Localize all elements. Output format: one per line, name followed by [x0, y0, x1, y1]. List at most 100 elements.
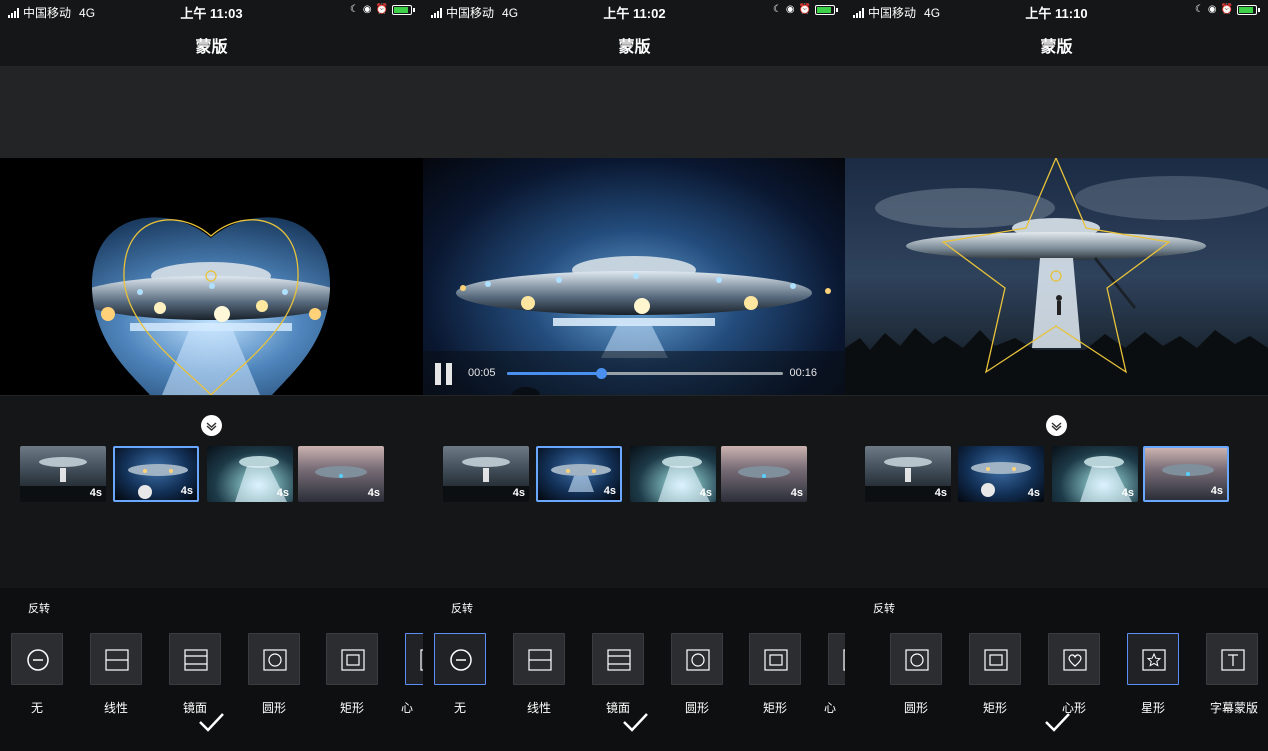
- checkmark-icon: [1044, 713, 1070, 732]
- page-title: 蒙版: [618, 39, 651, 56]
- mask-option-circle[interactable]: [671, 633, 723, 685]
- clip-thumbnail[interactable]: 4s: [298, 446, 384, 502]
- confirm-button[interactable]: [423, 710, 846, 739]
- mask-option-heart[interactable]: [405, 633, 423, 685]
- pause-button[interactable]: [435, 363, 455, 385]
- chevron-down-icon: [1051, 422, 1062, 432]
- clip-duration: 4s: [367, 487, 380, 499]
- mirror-icon: [607, 649, 631, 671]
- total-time: 00:16: [789, 367, 817, 379]
- clip-duration: 4s: [1121, 487, 1134, 499]
- clip-thumbnail[interactable]: 4s: [865, 446, 951, 502]
- mask-option-heart[interactable]: [828, 633, 846, 685]
- preview-stage: [0, 66, 423, 396]
- mask-option-star[interactable]: [1127, 633, 1179, 685]
- star-masked-video: [845, 158, 1268, 395]
- none-icon: [450, 649, 472, 671]
- clip-thumbnail[interactable]: 4s: [113, 446, 199, 502]
- status-bar: 中国移动 4G 上午 11:03 ☾ ◉ ⏰: [0, 0, 423, 22]
- status-bar: 中国移动 4G 上午 11:10 ☾ ◉ ⏰: [845, 0, 1268, 22]
- seek-fill: [507, 372, 601, 375]
- page-title: 蒙版: [1040, 39, 1073, 56]
- checkmark-icon: [198, 713, 224, 732]
- confirm-button[interactable]: [0, 710, 423, 739]
- video-preview[interactable]: [0, 158, 423, 395]
- rectangle-icon: [984, 649, 1008, 671]
- mirror-icon: [184, 649, 208, 671]
- clip-thumbnail[interactable]: 4s: [1143, 446, 1229, 502]
- mask-option-none[interactable]: [11, 633, 63, 685]
- seek-bar[interactable]: [507, 368, 783, 379]
- clip-thumbnail[interactable]: 4s: [630, 446, 716, 502]
- moon-icon: ☾: [772, 4, 782, 15]
- circle-icon: [905, 649, 929, 671]
- heart-masked-video: [91, 217, 331, 395]
- battery-icon: [392, 4, 412, 15]
- mask-option-rectangle[interactable]: [749, 633, 801, 685]
- clip-thumbnail[interactable]: 4s: [443, 446, 529, 502]
- mask-option-circle[interactable]: [248, 633, 300, 685]
- video-preview[interactable]: 00:05 00:16: [423, 158, 846, 395]
- mask-option-rectangle[interactable]: [326, 633, 378, 685]
- circle-icon: [263, 649, 287, 671]
- preview-stage: [845, 66, 1268, 396]
- lock-rotation-icon: ◉: [362, 4, 372, 15]
- confirm-button[interactable]: [845, 710, 1268, 739]
- mask-panel: 反转 无 线性 镜面 圆形 矩形 心: [423, 588, 846, 751]
- screen-star-mask: 中国移动 4G 上午 11:10 ☾ ◉ ⏰ 蒙版 4s 4s 4s 4s 反转…: [845, 0, 1268, 751]
- clip-duration: 4s: [180, 485, 193, 497]
- mask-option-mirror[interactable]: [169, 633, 221, 685]
- seek-handle[interactable]: [595, 368, 607, 379]
- alarm-icon: ⏰: [375, 4, 388, 15]
- linear-icon: [528, 649, 552, 671]
- clip-duration: 4s: [512, 487, 525, 499]
- screen-heart-mask: 中国移动 4G 上午 11:03 ☾ ◉ ⏰ 蒙版 4s 4s 4s 4s 反转…: [0, 0, 423, 751]
- clip-strip: 4s 4s 4s 4s: [20, 446, 420, 502]
- heart-icon: [1063, 649, 1087, 671]
- clip-duration: 4s: [790, 487, 803, 499]
- mask-panel: 反转 无 线性 镜面 圆形 矩形 心: [0, 588, 423, 751]
- clip-thumbnail[interactable]: 4s: [958, 446, 1044, 502]
- circle-icon: [686, 649, 710, 671]
- clip-thumbnail[interactable]: 4s: [20, 446, 106, 502]
- chevron-down-icon: [206, 422, 217, 432]
- clip-thumbnail[interactable]: 4s: [536, 446, 622, 502]
- mask-option-text[interactable]: [1206, 633, 1258, 685]
- clip-duration: 4s: [934, 487, 947, 499]
- clip-thumbnail[interactable]: 4s: [207, 446, 293, 502]
- moon-icon: ☾: [349, 4, 359, 15]
- lock-rotation-icon: ◉: [1207, 4, 1217, 15]
- clip-strip: 4s 4s 4s 4s: [865, 446, 1265, 502]
- star-icon: [1142, 649, 1166, 671]
- player-controls: 00:05 00:16: [423, 351, 846, 395]
- alarm-icon: ⏰: [798, 4, 811, 15]
- preview-stage: 00:05 00:16: [423, 66, 846, 396]
- invert-toggle[interactable]: 反转: [873, 600, 895, 616]
- rectangle-icon: [341, 649, 365, 671]
- text-mask-icon: [1221, 649, 1245, 671]
- mask-option-linear[interactable]: [513, 633, 565, 685]
- mask-option-linear[interactable]: [90, 633, 142, 685]
- mask-panel: 反转 圆形 矩形 心形 星形 字幕蒙版: [845, 588, 1268, 751]
- page-title: 蒙版: [195, 39, 228, 56]
- battery-icon: [1237, 4, 1257, 15]
- screen-playing: 中国移动 4G 上午 11:02 ☾ ◉ ⏰ 蒙版 00:05 00:16 4s…: [423, 0, 846, 751]
- clip-duration: 4s: [699, 487, 712, 499]
- battery-icon: [815, 4, 835, 15]
- clip-duration: 4s: [276, 487, 289, 499]
- clip-duration: 4s: [603, 485, 616, 497]
- video-preview[interactable]: [845, 158, 1268, 395]
- invert-toggle[interactable]: 反转: [451, 600, 473, 616]
- alarm-icon: ⏰: [1220, 4, 1233, 15]
- collapse-button[interactable]: [1046, 415, 1067, 436]
- status-bar: 中国移动 4G 上午 11:02 ☾ ◉ ⏰: [423, 0, 846, 22]
- mask-option-rectangle[interactable]: [969, 633, 1021, 685]
- clip-thumbnail[interactable]: 4s: [721, 446, 807, 502]
- mask-option-circle[interactable]: [890, 633, 942, 685]
- mask-option-none[interactable]: [434, 633, 486, 685]
- collapse-button[interactable]: [201, 415, 222, 436]
- mask-option-mirror[interactable]: [592, 633, 644, 685]
- mask-option-heart[interactable]: [1048, 633, 1100, 685]
- clip-thumbnail[interactable]: 4s: [1052, 446, 1138, 502]
- invert-toggle[interactable]: 反转: [28, 600, 50, 616]
